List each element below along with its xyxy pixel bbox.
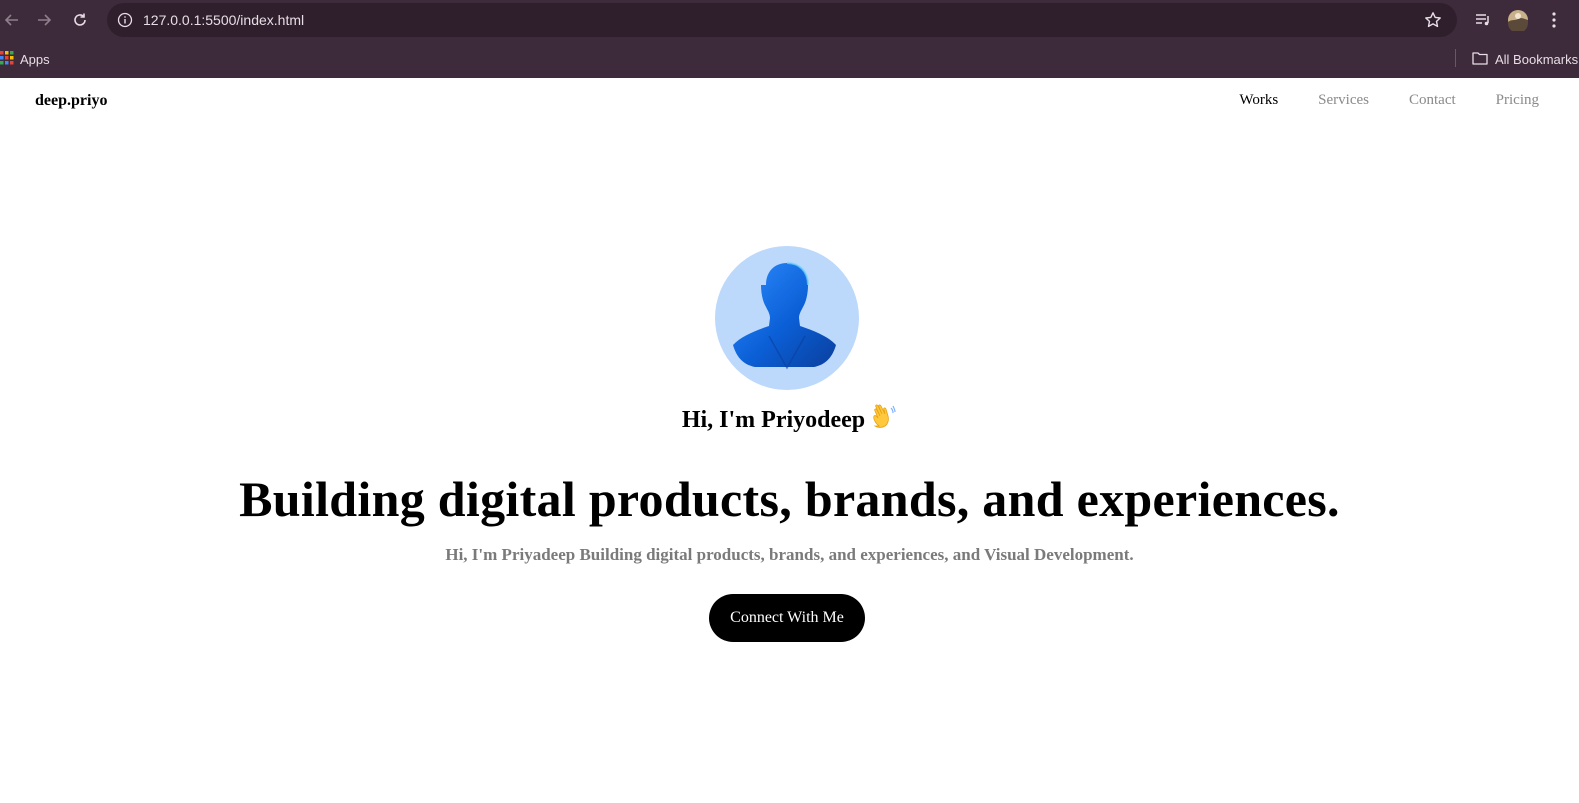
folder-icon (1472, 51, 1488, 68)
browser-chrome: 127.0.0.1:5500/index.html Apps All Bookm… (0, 0, 1579, 78)
nav-link-services[interactable]: Services (1318, 92, 1369, 109)
main-nav: Works Services Contact Pricing (1239, 92, 1539, 109)
site-header: deep.priyo Works Services Contact Pricin… (0, 78, 1579, 126)
address-bar[interactable]: 127.0.0.1:5500/index.html (107, 3, 1457, 37)
forward-icon[interactable] (32, 8, 56, 32)
site-info-icon[interactable] (115, 10, 135, 30)
greeting-text: Hi, I'm Priyodeep (681, 407, 866, 433)
nav-link-pricing[interactable]: Pricing (1496, 92, 1539, 109)
profile-avatar-image (715, 246, 859, 390)
hero-headline: Building digital products, brands, and e… (239, 471, 1340, 527)
bookmarks-divider (1455, 49, 1456, 67)
reload-icon[interactable] (68, 8, 92, 32)
hero-greeting: Hi, I'm Priyodeep (0, 404, 1579, 437)
hero-subline: Hi, I'm Priyadeep Building digital produ… (445, 545, 1134, 564)
url-text[interactable]: 127.0.0.1:5500/index.html (143, 3, 304, 37)
apps-grid-icon (0, 50, 14, 68)
browser-toolbar: 127.0.0.1:5500/index.html (0, 0, 1579, 40)
nav-link-contact[interactable]: Contact (1409, 92, 1456, 109)
all-bookmarks-button[interactable]: All Bookmarks (1472, 49, 1578, 69)
connect-button[interactable]: Connect With Me (709, 594, 865, 642)
all-bookmarks-label: All Bookmarks (1495, 51, 1579, 67)
media-icon[interactable] (1471, 8, 1495, 32)
back-icon[interactable] (0, 8, 24, 32)
nav-link-works[interactable]: Works (1239, 92, 1278, 109)
star-icon[interactable] (1423, 10, 1443, 30)
menu-icon[interactable] (1542, 8, 1566, 32)
bookmark-apps[interactable]: Apps (0, 49, 50, 69)
profile-avatar[interactable] (1506, 8, 1530, 32)
waving-hand-icon (871, 404, 897, 437)
site-logo[interactable]: deep.priyo (35, 92, 107, 110)
bookmark-apps-label: Apps (20, 51, 50, 67)
bookmarks-bar: Apps All Bookmarks (0, 40, 1579, 78)
